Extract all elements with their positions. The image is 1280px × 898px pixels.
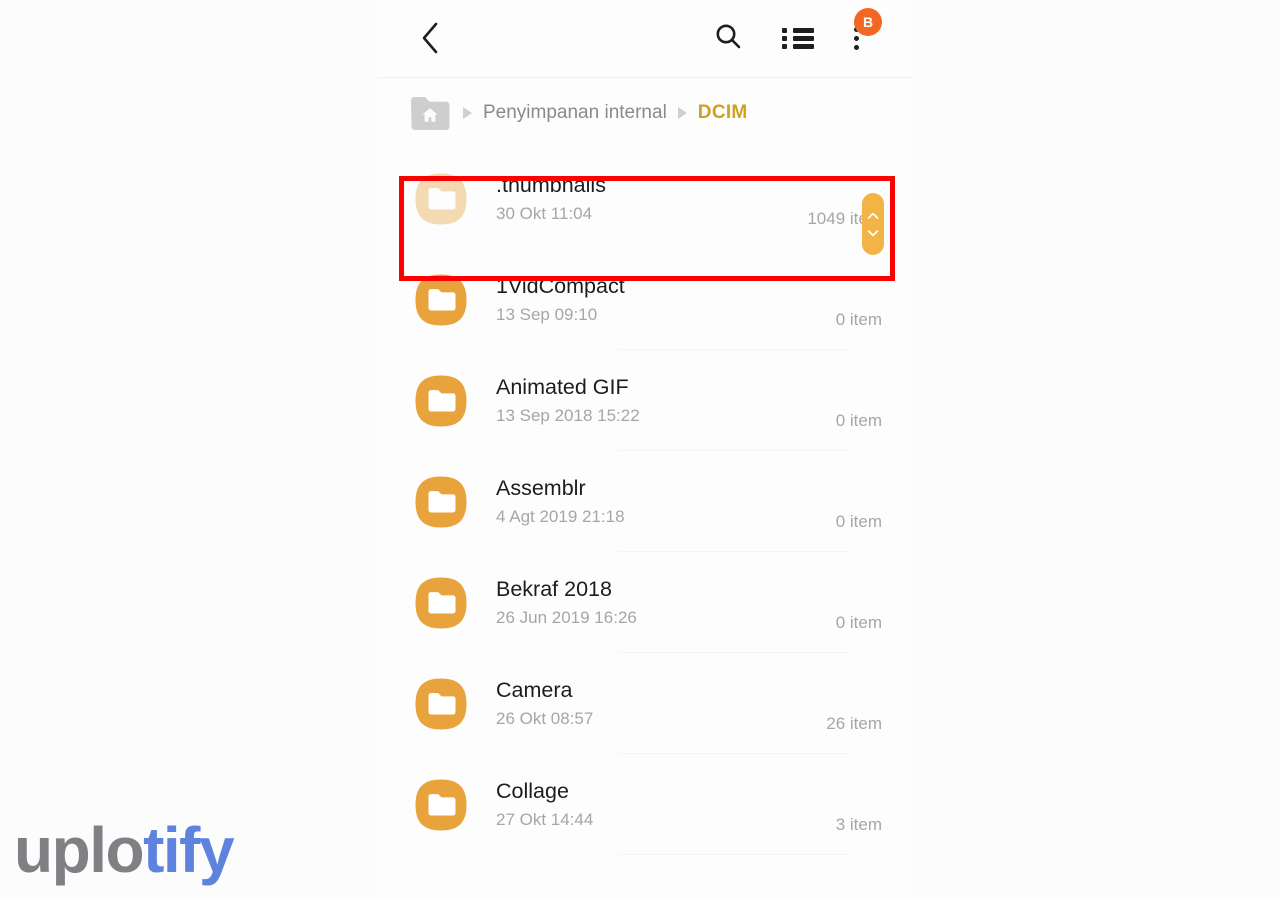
folder-item-count: 26 item bbox=[826, 714, 882, 733]
folder-name: 1VidCompact bbox=[496, 274, 625, 299]
breadcrumb-separator bbox=[677, 107, 687, 119]
home-folder-icon[interactable] bbox=[408, 96, 452, 130]
folder-date: 13 Sep 09:10 bbox=[496, 305, 598, 325]
folder-row[interactable]: Camera 26 Okt 08:57 26 item bbox=[378, 653, 912, 754]
back-button[interactable] bbox=[406, 14, 454, 62]
chevron-left-icon bbox=[419, 21, 441, 55]
list-view-icon bbox=[782, 25, 814, 52]
folder-item-count: 0 item bbox=[835, 512, 882, 531]
folder-date: 13 Sep 2018 15:22 bbox=[496, 406, 640, 426]
folder-name: Collage bbox=[496, 779, 569, 804]
folder-list: .thumbnails 30 Okt 11:04 1049 item 1VidComp… bbox=[378, 148, 912, 855]
folder-row-texts: .thumbnails 30 Okt 11:04 bbox=[496, 172, 793, 224]
folder-row-texts: Camera 26 Okt 08:57 bbox=[496, 677, 812, 729]
folder-row[interactable]: 1VidCompact 13 Sep 09:10 0 item bbox=[378, 249, 912, 350]
list-view-button[interactable] bbox=[774, 14, 822, 62]
folder-row-body: Assemblr 4 Agt 2019 21:18 0 item bbox=[496, 451, 882, 552]
folder-row-texts: Bekraf 2018 26 Jun 2019 16:26 bbox=[496, 576, 822, 628]
folder-item-count: 0 item bbox=[835, 310, 882, 329]
folder-row-body: Collage 27 Okt 14:44 3 item bbox=[496, 754, 882, 855]
folder-row[interactable]: .thumbnails 30 Okt 11:04 1049 item bbox=[378, 148, 912, 249]
watermark-part-b: tify bbox=[143, 814, 235, 886]
breadcrumb-item-internal-storage[interactable]: Penyimpanan internal bbox=[483, 102, 667, 124]
folder-icon bbox=[414, 475, 468, 529]
folder-row-body: Bekraf 2018 26 Jun 2019 16:26 0 item bbox=[496, 552, 882, 653]
folder-icon bbox=[414, 374, 468, 428]
folder-row-texts: Assemblr 4 Agt 2019 21:18 bbox=[496, 475, 822, 527]
folder-icon bbox=[414, 273, 468, 327]
folder-name: Assemblr bbox=[496, 476, 586, 501]
phone-screen: B Penyimpanan internal DCIM .thumbnails 3… bbox=[378, 0, 912, 898]
chevron-down-icon bbox=[867, 229, 879, 237]
folder-date: 4 Agt 2019 21:18 bbox=[496, 507, 625, 527]
folder-item-count: 0 item bbox=[835, 411, 882, 430]
folder-row-texts: Collage 27 Okt 14:44 bbox=[496, 778, 822, 830]
breadcrumb: Penyimpanan internal DCIM bbox=[378, 78, 912, 148]
folder-row[interactable]: Assemblr 4 Agt 2019 21:18 0 item bbox=[378, 451, 912, 552]
folder-icon bbox=[414, 576, 468, 630]
watermark-part-a: uplo bbox=[14, 814, 145, 886]
folder-date: 26 Jun 2019 16:26 bbox=[496, 608, 637, 628]
folder-row[interactable]: Collage 27 Okt 14:44 3 item bbox=[378, 754, 912, 855]
folder-name: Camera bbox=[496, 678, 573, 703]
more-options-button[interactable]: B bbox=[832, 8, 882, 62]
scrollbar-handle[interactable] bbox=[862, 193, 884, 255]
breadcrumb-item-dcim[interactable]: DCIM bbox=[698, 102, 748, 124]
folder-date: 30 Okt 11:04 bbox=[496, 204, 593, 224]
folder-name: .thumbnails bbox=[496, 173, 606, 198]
search-icon bbox=[713, 21, 743, 56]
folder-row-body: 1VidCompact 13 Sep 09:10 0 item bbox=[496, 249, 882, 350]
folder-name: Animated GIF bbox=[496, 375, 629, 400]
search-button[interactable] bbox=[704, 14, 752, 62]
folder-icon bbox=[414, 677, 468, 731]
folder-item-count: 3 item bbox=[835, 815, 882, 834]
notification-badge: B bbox=[854, 8, 882, 36]
folder-row-texts: Animated GIF 13 Sep 2018 15:22 bbox=[496, 374, 822, 426]
uplotify-watermark: uplotify bbox=[14, 818, 235, 882]
folder-row-texts: 1VidCompact 13 Sep 09:10 bbox=[496, 273, 822, 325]
app-bar: B bbox=[378, 0, 912, 78]
folder-row-body: .thumbnails 30 Okt 11:04 1049 item bbox=[496, 148, 882, 249]
folder-row[interactable]: Bekraf 2018 26 Jun 2019 16:26 0 item bbox=[378, 552, 912, 653]
folder-item-count: 0 item bbox=[835, 613, 882, 632]
folder-row[interactable]: Animated GIF 13 Sep 2018 15:22 0 item bbox=[378, 350, 912, 451]
chevron-up-icon bbox=[867, 212, 879, 220]
folder-row-body: Animated GIF 13 Sep 2018 15:22 0 item bbox=[496, 350, 882, 451]
folder-row-body: Camera 26 Okt 08:57 26 item bbox=[496, 653, 882, 754]
folder-date: 27 Okt 14:44 bbox=[496, 810, 594, 830]
breadcrumb-separator bbox=[463, 107, 472, 119]
folder-name: Bekraf 2018 bbox=[496, 577, 612, 602]
folder-date: 26 Okt 08:57 bbox=[496, 709, 594, 729]
folder-icon bbox=[414, 172, 468, 226]
folder-icon bbox=[414, 778, 468, 832]
row-divider bbox=[618, 854, 850, 855]
